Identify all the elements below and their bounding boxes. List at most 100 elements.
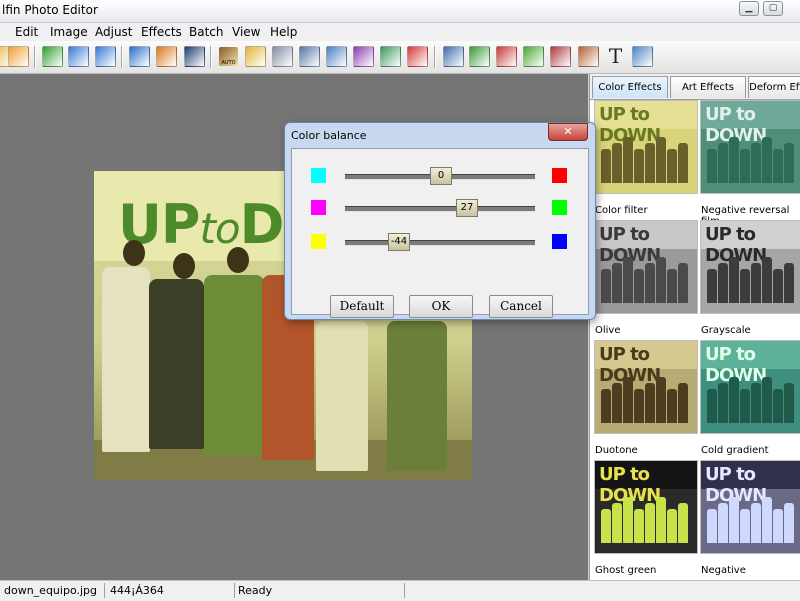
half-circle-icon — [299, 46, 320, 67]
slider-track[interactable] — [345, 240, 535, 246]
effect-thumbnail[interactable]: UP to DOWN — [700, 100, 800, 194]
brightness-button[interactable] — [243, 44, 268, 69]
dialog-body: Default OK Cancel 0 27 -44 — [291, 148, 589, 318]
thumbnail-figure — [623, 497, 633, 543]
rotate-button[interactable] — [154, 44, 179, 69]
border-button[interactable] — [576, 44, 601, 69]
effect-thumbnail[interactable]: UP to DOWN — [700, 220, 800, 314]
color-balance-icon — [380, 46, 401, 67]
contrast-button[interactable] — [270, 44, 295, 69]
back-arrow-button[interactable] — [40, 44, 65, 69]
thumbnail-figure — [656, 497, 666, 543]
thumbnail-figure — [678, 263, 688, 303]
landscape-icon — [469, 46, 490, 67]
person-head — [227, 247, 249, 273]
thumbnail-figure — [740, 269, 750, 303]
thumbnail-figure — [718, 263, 728, 303]
menu-help[interactable]: Help — [270, 25, 297, 39]
effect-thumbnail[interactable]: UP to DOWN — [594, 460, 698, 554]
ok-button[interactable]: OK — [409, 295, 473, 318]
thumbnail-figure — [656, 257, 666, 303]
resize-button[interactable] — [127, 44, 152, 69]
effect-thumbnail[interactable]: UP to DOWN — [700, 460, 800, 554]
thumbnail-figure — [740, 389, 750, 423]
save-button[interactable] — [6, 44, 31, 69]
dialog-title: Color balance — [291, 129, 367, 142]
auto-enhance-icon: AUTO — [219, 47, 238, 66]
redo-button[interactable] — [93, 44, 118, 69]
default-button[interactable]: Default — [330, 295, 394, 318]
effect-label: Olive — [595, 325, 621, 336]
thumbnail-figure — [678, 503, 688, 543]
fireworks-button[interactable] — [521, 44, 546, 69]
people-icon — [443, 46, 464, 67]
slider-right-color-swatch — [552, 200, 567, 215]
slider-left-color-swatch — [311, 168, 326, 183]
half-circle-button[interactable] — [297, 44, 322, 69]
effect-thumbnail[interactable]: UP to DOWN — [594, 340, 698, 434]
effect-label: Ghost green — [595, 565, 657, 576]
effects-tabs: Color Effects Art Effects Deform Effe — [590, 74, 800, 100]
people-button[interactable] — [441, 44, 466, 69]
undo-icon — [68, 46, 89, 67]
redo-icon — [95, 46, 116, 67]
menu-image[interactable]: Image — [50, 25, 88, 39]
dialog-close-button[interactable]: ✕ — [548, 123, 588, 141]
person — [387, 321, 447, 471]
thumbnail-people — [601, 493, 691, 543]
text-button[interactable]: T — [603, 44, 628, 69]
thumbnail-figure — [707, 509, 717, 543]
thumbnail-figure — [718, 383, 728, 423]
tab-color-effects[interactable]: Color Effects — [592, 76, 668, 98]
saturation-icon — [326, 46, 347, 67]
thumbnail-figure — [601, 269, 611, 303]
thumbnail-figure — [707, 149, 717, 183]
auto-label: AUTO — [221, 60, 236, 66]
cancel-button[interactable]: Cancel — [489, 295, 553, 318]
undo-button[interactable] — [66, 44, 91, 69]
color-balance-button[interactable] — [378, 44, 403, 69]
crop-button[interactable] — [182, 44, 207, 69]
menu-adjust[interactable]: Adjust — [95, 25, 133, 39]
thumbnail-figure — [773, 149, 783, 183]
thumbnail-figure — [762, 497, 772, 543]
thumbnail-figure — [729, 137, 739, 183]
landscape-button[interactable] — [467, 44, 492, 69]
thumbnail-figure — [612, 383, 622, 423]
effect-label: Cold gradient — [701, 445, 769, 456]
minimize-button[interactable]: ▁ — [739, 1, 759, 16]
effect-label: Duotone — [595, 445, 638, 456]
tab-art-effects[interactable]: Art Effects — [670, 76, 746, 98]
thumbnail-figure — [612, 143, 622, 183]
maximize-button[interactable]: ▢ — [763, 1, 783, 16]
menu-view[interactable]: View — [232, 25, 260, 39]
add-frame-button[interactable] — [351, 44, 376, 69]
menu-batch[interactable]: Batch — [189, 25, 224, 39]
thumbnail-figure — [762, 137, 772, 183]
thumbnail-people — [601, 253, 691, 303]
slider-thumb[interactable]: -44 — [388, 233, 410, 251]
color-wheel-button[interactable] — [405, 44, 430, 69]
thumbnail-figure — [751, 503, 761, 543]
effect-thumbnail[interactable]: UP to DOWN — [594, 100, 698, 194]
menu-edit[interactable]: Edit — [15, 25, 38, 39]
layout-button[interactable] — [630, 44, 655, 69]
mosaic-button[interactable] — [494, 44, 519, 69]
effect-thumbnail[interactable]: UP to DOWN — [700, 340, 800, 434]
thumbnail-figure — [784, 143, 794, 183]
slider-thumb[interactable]: 27 — [456, 199, 478, 217]
thumbnail-figure — [729, 497, 739, 543]
saturation-button[interactable] — [324, 44, 349, 69]
zoom-button[interactable] — [548, 44, 573, 69]
auto-enhance-button[interactable]: AUTO — [216, 44, 241, 69]
thumbnail-figure — [773, 509, 783, 543]
effect-label: Negative — [701, 565, 746, 576]
thumbnail-figure — [634, 389, 644, 423]
color-wheel-icon — [407, 46, 428, 67]
tab-deform-effects[interactable]: Deform Effe — [748, 76, 800, 98]
thumbnail-figure — [601, 509, 611, 543]
slider-thumb[interactable]: 0 — [430, 167, 452, 185]
effect-thumbnail[interactable]: UP to DOWN — [594, 220, 698, 314]
menu-effects[interactable]: Effects — [141, 25, 182, 39]
slider-track[interactable] — [345, 206, 535, 212]
